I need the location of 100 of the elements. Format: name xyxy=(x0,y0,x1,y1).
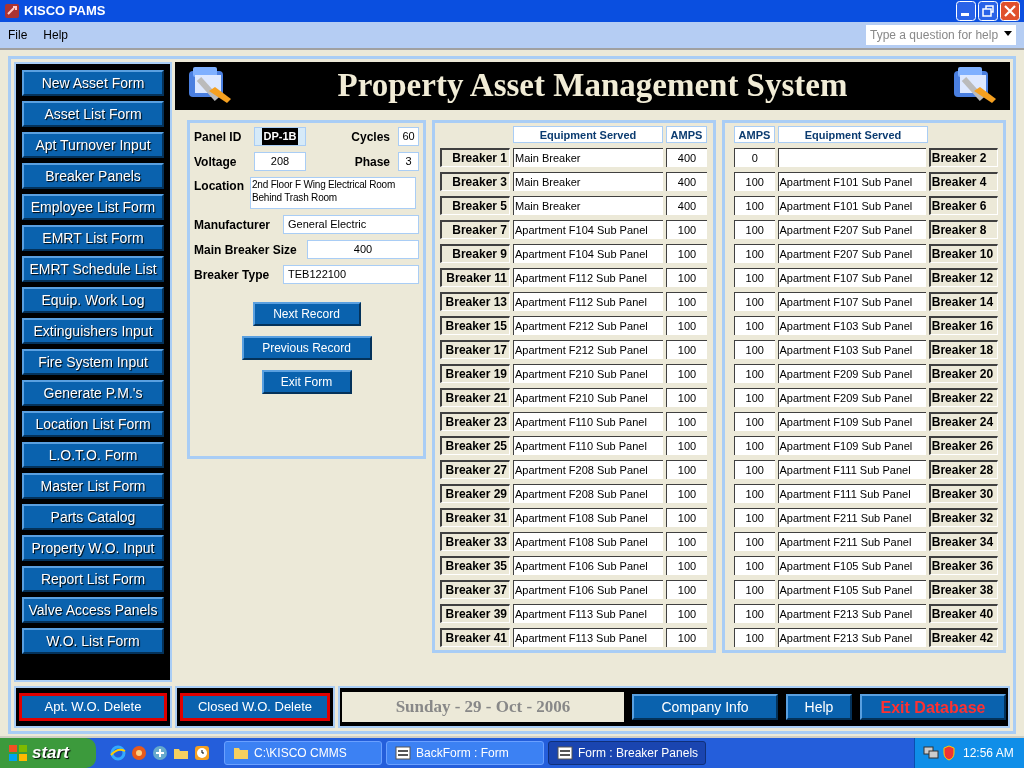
amps-field[interactable]: 100 xyxy=(734,196,775,215)
equipment-field[interactable]: Apartment F213 Sub Panel xyxy=(777,628,926,647)
amps-field[interactable]: 100 xyxy=(734,268,775,287)
equipment-field[interactable]: Apartment F112 Sub Panel xyxy=(513,292,663,311)
equipment-field[interactable]: Apartment F212 Sub Panel xyxy=(513,340,663,359)
amps-field[interactable]: 100 xyxy=(734,436,775,455)
amps-field[interactable]: 100 xyxy=(734,532,775,551)
nav-button[interactable]: Parts Catalog xyxy=(22,504,164,530)
amps-field[interactable]: 100 xyxy=(666,436,707,455)
nav-button[interactable]: W.O. List Form xyxy=(22,628,164,654)
equipment-field[interactable] xyxy=(777,148,926,167)
nav-button[interactable]: Valve Access Panels xyxy=(22,597,164,623)
amps-field[interactable]: 100 xyxy=(666,484,707,503)
equipment-field[interactable]: Apartment F103 Sub Panel xyxy=(777,316,926,335)
form-button[interactable]: Next Record xyxy=(252,302,361,326)
equipment-field[interactable]: Apartment F112 Sub Panel xyxy=(513,268,663,287)
amps-field[interactable]: 100 xyxy=(734,556,775,575)
equipment-field[interactable]: Apartment F213 Sub Panel xyxy=(777,604,926,623)
amps-field[interactable]: 100 xyxy=(734,580,775,599)
equipment-field[interactable]: Apartment F209 Sub Panel xyxy=(777,364,926,383)
amps-field[interactable]: 100 xyxy=(734,604,775,623)
amps-field[interactable]: 100 xyxy=(666,292,707,311)
equipment-field[interactable]: Apartment F207 Sub Panel xyxy=(777,244,926,263)
start-button[interactable]: start xyxy=(0,738,96,768)
help-search-field[interactable]: Type a question for help xyxy=(866,25,1016,45)
equipment-field[interactable]: Apartment F109 Sub Panel xyxy=(777,412,926,431)
equipment-field[interactable]: Apartment F208 Sub Panel xyxy=(513,484,663,503)
input-field[interactable]: 400 xyxy=(307,240,419,259)
nav-button[interactable]: Apt Turnover Input xyxy=(22,132,164,158)
equipment-field[interactable]: Main Breaker xyxy=(513,172,663,191)
close-button[interactable] xyxy=(1000,1,1020,21)
input-field[interactable]: DP-1B xyxy=(254,127,306,146)
taskbar-button[interactable]: C:\KISCO CMMS xyxy=(224,741,382,765)
nav-button[interactable]: Breaker Panels xyxy=(22,163,164,189)
amps-field[interactable]: 100 xyxy=(666,244,707,263)
equipment-field[interactable]: Apartment F209 Sub Panel xyxy=(777,388,926,407)
amps-field[interactable]: 100 xyxy=(734,292,775,311)
amps-field[interactable]: 100 xyxy=(666,340,707,359)
nav-button[interactable]: Employee List Form xyxy=(22,194,164,220)
equipment-field[interactable]: Apartment F212 Sub Panel xyxy=(513,316,663,335)
input-field[interactable]: 60 xyxy=(398,127,419,146)
input-field[interactable]: 3 xyxy=(398,152,419,171)
amps-field[interactable]: 100 xyxy=(734,172,775,191)
equipment-field[interactable]: Apartment F109 Sub Panel xyxy=(777,436,926,455)
amps-field[interactable]: 400 xyxy=(666,148,707,167)
equipment-field[interactable]: Apartment F104 Sub Panel xyxy=(513,220,663,239)
equipment-field[interactable]: Apartment F103 Sub Panel xyxy=(777,340,926,359)
input-field[interactable]: TEB122100 xyxy=(283,265,419,284)
amps-field[interactable]: 100 xyxy=(734,220,775,239)
amps-field[interactable]: 100 xyxy=(666,316,707,335)
amps-field[interactable]: 100 xyxy=(734,388,775,407)
equipment-field[interactable]: Apartment F210 Sub Panel xyxy=(513,388,663,407)
taskbar-button[interactable]: BackForm : Form xyxy=(386,741,544,765)
amps-field[interactable]: 100 xyxy=(734,244,775,263)
menu-item[interactable]: File xyxy=(8,26,28,44)
restore-button[interactable] xyxy=(978,1,998,21)
form-button[interactable]: Previous Record xyxy=(241,336,372,360)
nav-button[interactable]: Generate P.M.'s xyxy=(22,380,164,406)
amps-field[interactable]: 100 xyxy=(666,460,707,479)
amps-field[interactable]: 400 xyxy=(666,172,707,191)
equipment-field[interactable]: Apartment F211 Sub Panel xyxy=(777,532,926,551)
media-player-icon[interactable] xyxy=(131,745,147,761)
amps-field[interactable]: 0 xyxy=(734,148,775,167)
amps-field[interactable]: 100 xyxy=(666,532,707,551)
equipment-field[interactable]: Main Breaker xyxy=(513,148,663,167)
nav-button[interactable]: Equip. Work Log xyxy=(22,287,164,313)
amps-field[interactable]: 100 xyxy=(666,580,707,599)
nav-button[interactable]: Fire System Input xyxy=(22,349,164,375)
globe-icon[interactable] xyxy=(152,745,168,761)
equipment-field[interactable]: Apartment F110 Sub Panel xyxy=(513,436,663,455)
action-button[interactable]: Help xyxy=(786,694,852,720)
menu-item[interactable]: Help xyxy=(43,26,69,44)
amps-field[interactable]: 100 xyxy=(734,340,775,359)
input-field[interactable]: 2nd Floor F Wing Electrical Room Behind Trash Room xyxy=(250,177,416,209)
nav-button[interactable]: Report List Form xyxy=(22,566,164,592)
equipment-field[interactable]: Apartment F101 Sub Panel xyxy=(777,196,926,215)
amps-field[interactable]: 100 xyxy=(734,628,775,647)
delete-button[interactable]: Apt. W.O. Delete xyxy=(19,693,167,721)
equipment-field[interactable]: Apartment F211 Sub Panel xyxy=(777,508,926,527)
amps-field[interactable]: 100 xyxy=(666,604,707,623)
equipment-field[interactable]: Apartment F110 Sub Panel xyxy=(513,412,663,431)
equipment-field[interactable]: Apartment F108 Sub Panel xyxy=(513,508,663,527)
amps-field[interactable]: 100 xyxy=(734,412,775,431)
nav-button[interactable]: Property W.O. Input xyxy=(22,535,164,561)
equipment-field[interactable]: Apartment F101 Sub Panel xyxy=(777,172,926,191)
amps-field[interactable]: 100 xyxy=(666,388,707,407)
amps-field[interactable]: 100 xyxy=(734,316,775,335)
amps-field[interactable]: 100 xyxy=(666,268,707,287)
equipment-field[interactable]: Apartment F106 Sub Panel xyxy=(513,556,663,575)
input-field[interactable]: 208 xyxy=(254,152,306,171)
equipment-field[interactable]: Apartment F113 Sub Panel xyxy=(513,604,663,623)
nav-button[interactable]: New Asset Form xyxy=(22,70,164,96)
nav-button[interactable]: L.O.T.O. Form xyxy=(22,442,164,468)
nav-button[interactable]: Asset List Form xyxy=(22,101,164,127)
equipment-field[interactable]: Main Breaker xyxy=(513,196,663,215)
form-button[interactable]: Exit Form xyxy=(261,370,352,394)
clock-icon[interactable] xyxy=(194,745,210,761)
equipment-field[interactable]: Apartment F106 Sub Panel xyxy=(513,580,663,599)
amps-field[interactable]: 100 xyxy=(666,412,707,431)
nav-button[interactable]: EMRT List Form xyxy=(22,225,164,251)
